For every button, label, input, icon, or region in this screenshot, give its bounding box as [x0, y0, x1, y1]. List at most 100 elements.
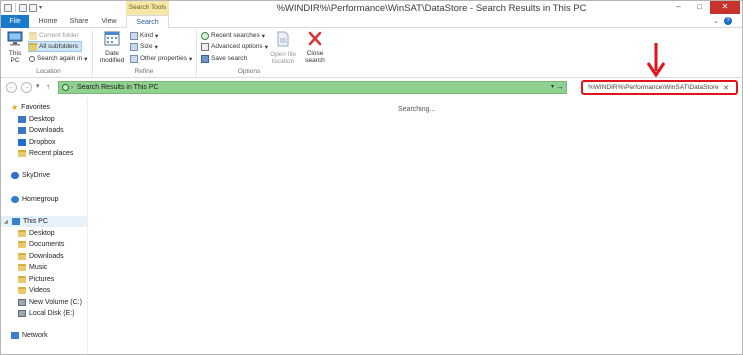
advanced-options-button[interactable]: Advanced options ▾	[201, 41, 268, 52]
all-subfolders-button[interactable]: All subfolders	[28, 41, 83, 52]
other-properties-button[interactable]: Other properties ▾	[130, 53, 192, 64]
nav-dropbox[interactable]: Dropbox	[18, 137, 55, 148]
forward-button[interactable]: →	[21, 82, 32, 93]
maximize-button[interactable]: □	[689, 1, 710, 14]
nav-pc-desktop-label: Desktop	[29, 230, 55, 237]
nav-recent-places-label: Recent places	[29, 150, 74, 157]
up-button[interactable]: ↑	[46, 82, 50, 91]
videos-folder-icon	[18, 287, 26, 294]
nav-this-pc[interactable]: ◢ This PC	[1, 216, 87, 227]
nav-pc-drive-e-label: Local Disk (E:)	[29, 310, 75, 317]
breadcrumb-chevron-icon[interactable]: ›	[71, 85, 73, 91]
nav-pc-pictures[interactable]: Pictures	[18, 274, 54, 285]
nav-homegroup[interactable]: Homegroup	[11, 194, 59, 205]
this-pc-button[interactable]: This PC	[5, 31, 25, 64]
nav-dropbox-label: Dropbox	[29, 139, 56, 146]
date-modified-button[interactable]: Date modified	[96, 31, 128, 64]
chevron-down-icon: ▾	[154, 43, 158, 51]
title-bar: ▾ Search Tools %WINDIR%\Performance\WinS…	[1, 1, 742, 15]
address-dropdown-icon[interactable]: ▾	[551, 83, 554, 90]
nav-desktop[interactable]: Desktop	[18, 114, 55, 125]
nav-this-pc-label: This PC	[23, 218, 48, 225]
address-bar[interactable]: › Search Results in This PC ▾ →	[58, 81, 567, 94]
nav-skydrive[interactable]: SkyDrive	[11, 170, 50, 181]
new-folder-icon[interactable]	[29, 3, 37, 12]
back-button[interactable]: ←	[6, 82, 17, 93]
chevron-down-icon: ▾	[261, 32, 266, 40]
all-subfolders-label: All subfolders	[39, 43, 79, 50]
recent-locations-chevron-icon[interactable]: ▾	[36, 82, 40, 90]
nav-pc-documents[interactable]: Documents	[18, 239, 64, 250]
tab-view[interactable]: View	[97, 15, 121, 28]
minimize-button[interactable]: –	[668, 1, 689, 14]
network-icon	[11, 332, 19, 339]
documents-folder-icon	[18, 241, 26, 248]
search-input[interactable]: %WINDIR%\Performance\WinSAT\DataStore ✕	[581, 80, 738, 95]
recent-searches-button[interactable]: Recent searches ▾	[201, 30, 265, 41]
this-pc-label: This PC	[8, 50, 22, 64]
pictures-folder-icon	[18, 276, 26, 283]
nav-network[interactable]: Network	[11, 330, 48, 341]
nav-skydrive-label: SkyDrive	[22, 172, 51, 179]
current-folder-button[interactable]: Current folder	[29, 30, 79, 41]
nav-pc-drive-c[interactable]: New Volume (C:)	[18, 297, 82, 308]
chevron-down-icon: ▾	[155, 32, 159, 40]
search-again-in-button[interactable]: Search again in ▾	[29, 53, 87, 64]
nav-pc-desktop[interactable]: Desktop	[18, 228, 55, 239]
collapse-icon[interactable]: ◢	[4, 219, 10, 225]
open-file-location-label: Open file location	[269, 51, 297, 65]
close-search-button[interactable]: Close search	[303, 31, 327, 64]
qat-dropdown-icon[interactable]: ▾	[39, 4, 42, 12]
nav-pc-downloads-label: Downloads	[29, 253, 64, 260]
save-search-button[interactable]: Save search	[201, 53, 247, 64]
folder-icon	[29, 31, 37, 40]
nav-pc-music[interactable]: Music	[18, 262, 47, 273]
red-arrow-annotation	[646, 43, 666, 77]
results-pane[interactable]: Searching...	[89, 98, 742, 354]
searching-status: Searching...	[398, 106, 436, 113]
tab-file[interactable]: File	[1, 15, 29, 28]
explorer-window: ▾ Search Tools %WINDIR%\Performance\WinS…	[0, 0, 743, 355]
chevron-down-icon: ▾	[188, 55, 193, 63]
nav-network-label: Network	[22, 332, 48, 339]
qat-divider	[15, 3, 16, 12]
nav-pc-downloads[interactable]: Downloads	[18, 251, 64, 262]
help-icon[interactable]: ?	[724, 17, 732, 25]
chevron-down-icon: ▾	[84, 55, 88, 63]
advanced-options-label: Advanced options	[211, 43, 263, 50]
search-query-text: %WINDIR%\Performance\WinSAT\DataStore	[588, 84, 719, 91]
nav-pc-videos[interactable]: Videos	[18, 285, 50, 296]
close-window-button[interactable]: ✕	[710, 1, 740, 14]
nav-pc-drive-c-label: New Volume (C:)	[29, 299, 82, 306]
kind-label: Kind	[140, 32, 154, 39]
kind-button[interactable]: Kind ▾	[130, 30, 158, 41]
other-properties-label: Other properties	[140, 55, 187, 62]
clear-search-icon[interactable]: ✕	[723, 84, 729, 92]
nav-favorites[interactable]: ★ Favorites	[11, 102, 50, 113]
size-button[interactable]: Size ▾	[130, 41, 158, 52]
calendar-icon	[104, 31, 120, 46]
recent-searches-icon	[201, 31, 209, 40]
nav-recent-places[interactable]: Recent places	[18, 148, 73, 159]
properties-icon[interactable]	[19, 3, 27, 12]
computer-icon	[12, 218, 20, 225]
tab-search[interactable]: Search	[126, 15, 169, 29]
close-search-label: Close search	[305, 50, 325, 64]
expand-ribbon-icon[interactable]: ⌄	[713, 17, 719, 25]
search-icon	[29, 55, 35, 62]
group-divider	[196, 30, 197, 75]
tab-share[interactable]: Share	[65, 15, 93, 28]
music-folder-icon	[18, 264, 26, 271]
ribbon-tabs: File Home Share View Search ⌄ ?	[1, 15, 742, 29]
cloud-icon	[11, 172, 19, 179]
downloads-icon	[18, 127, 26, 134]
nav-pc-drive-e[interactable]: Local Disk (E:)	[18, 308, 75, 319]
nav-downloads[interactable]: Downloads	[18, 125, 64, 136]
open-file-location-button[interactable]: Open file location	[266, 31, 300, 65]
nav-pc-documents-label: Documents	[29, 241, 65, 248]
computer-icon	[7, 31, 23, 46]
nav-homegroup-label: Homegroup	[22, 196, 59, 203]
tab-home[interactable]: Home	[34, 15, 62, 28]
refresh-icon[interactable]: →	[556, 82, 564, 91]
nav-favorites-label: Favorites	[21, 104, 50, 111]
